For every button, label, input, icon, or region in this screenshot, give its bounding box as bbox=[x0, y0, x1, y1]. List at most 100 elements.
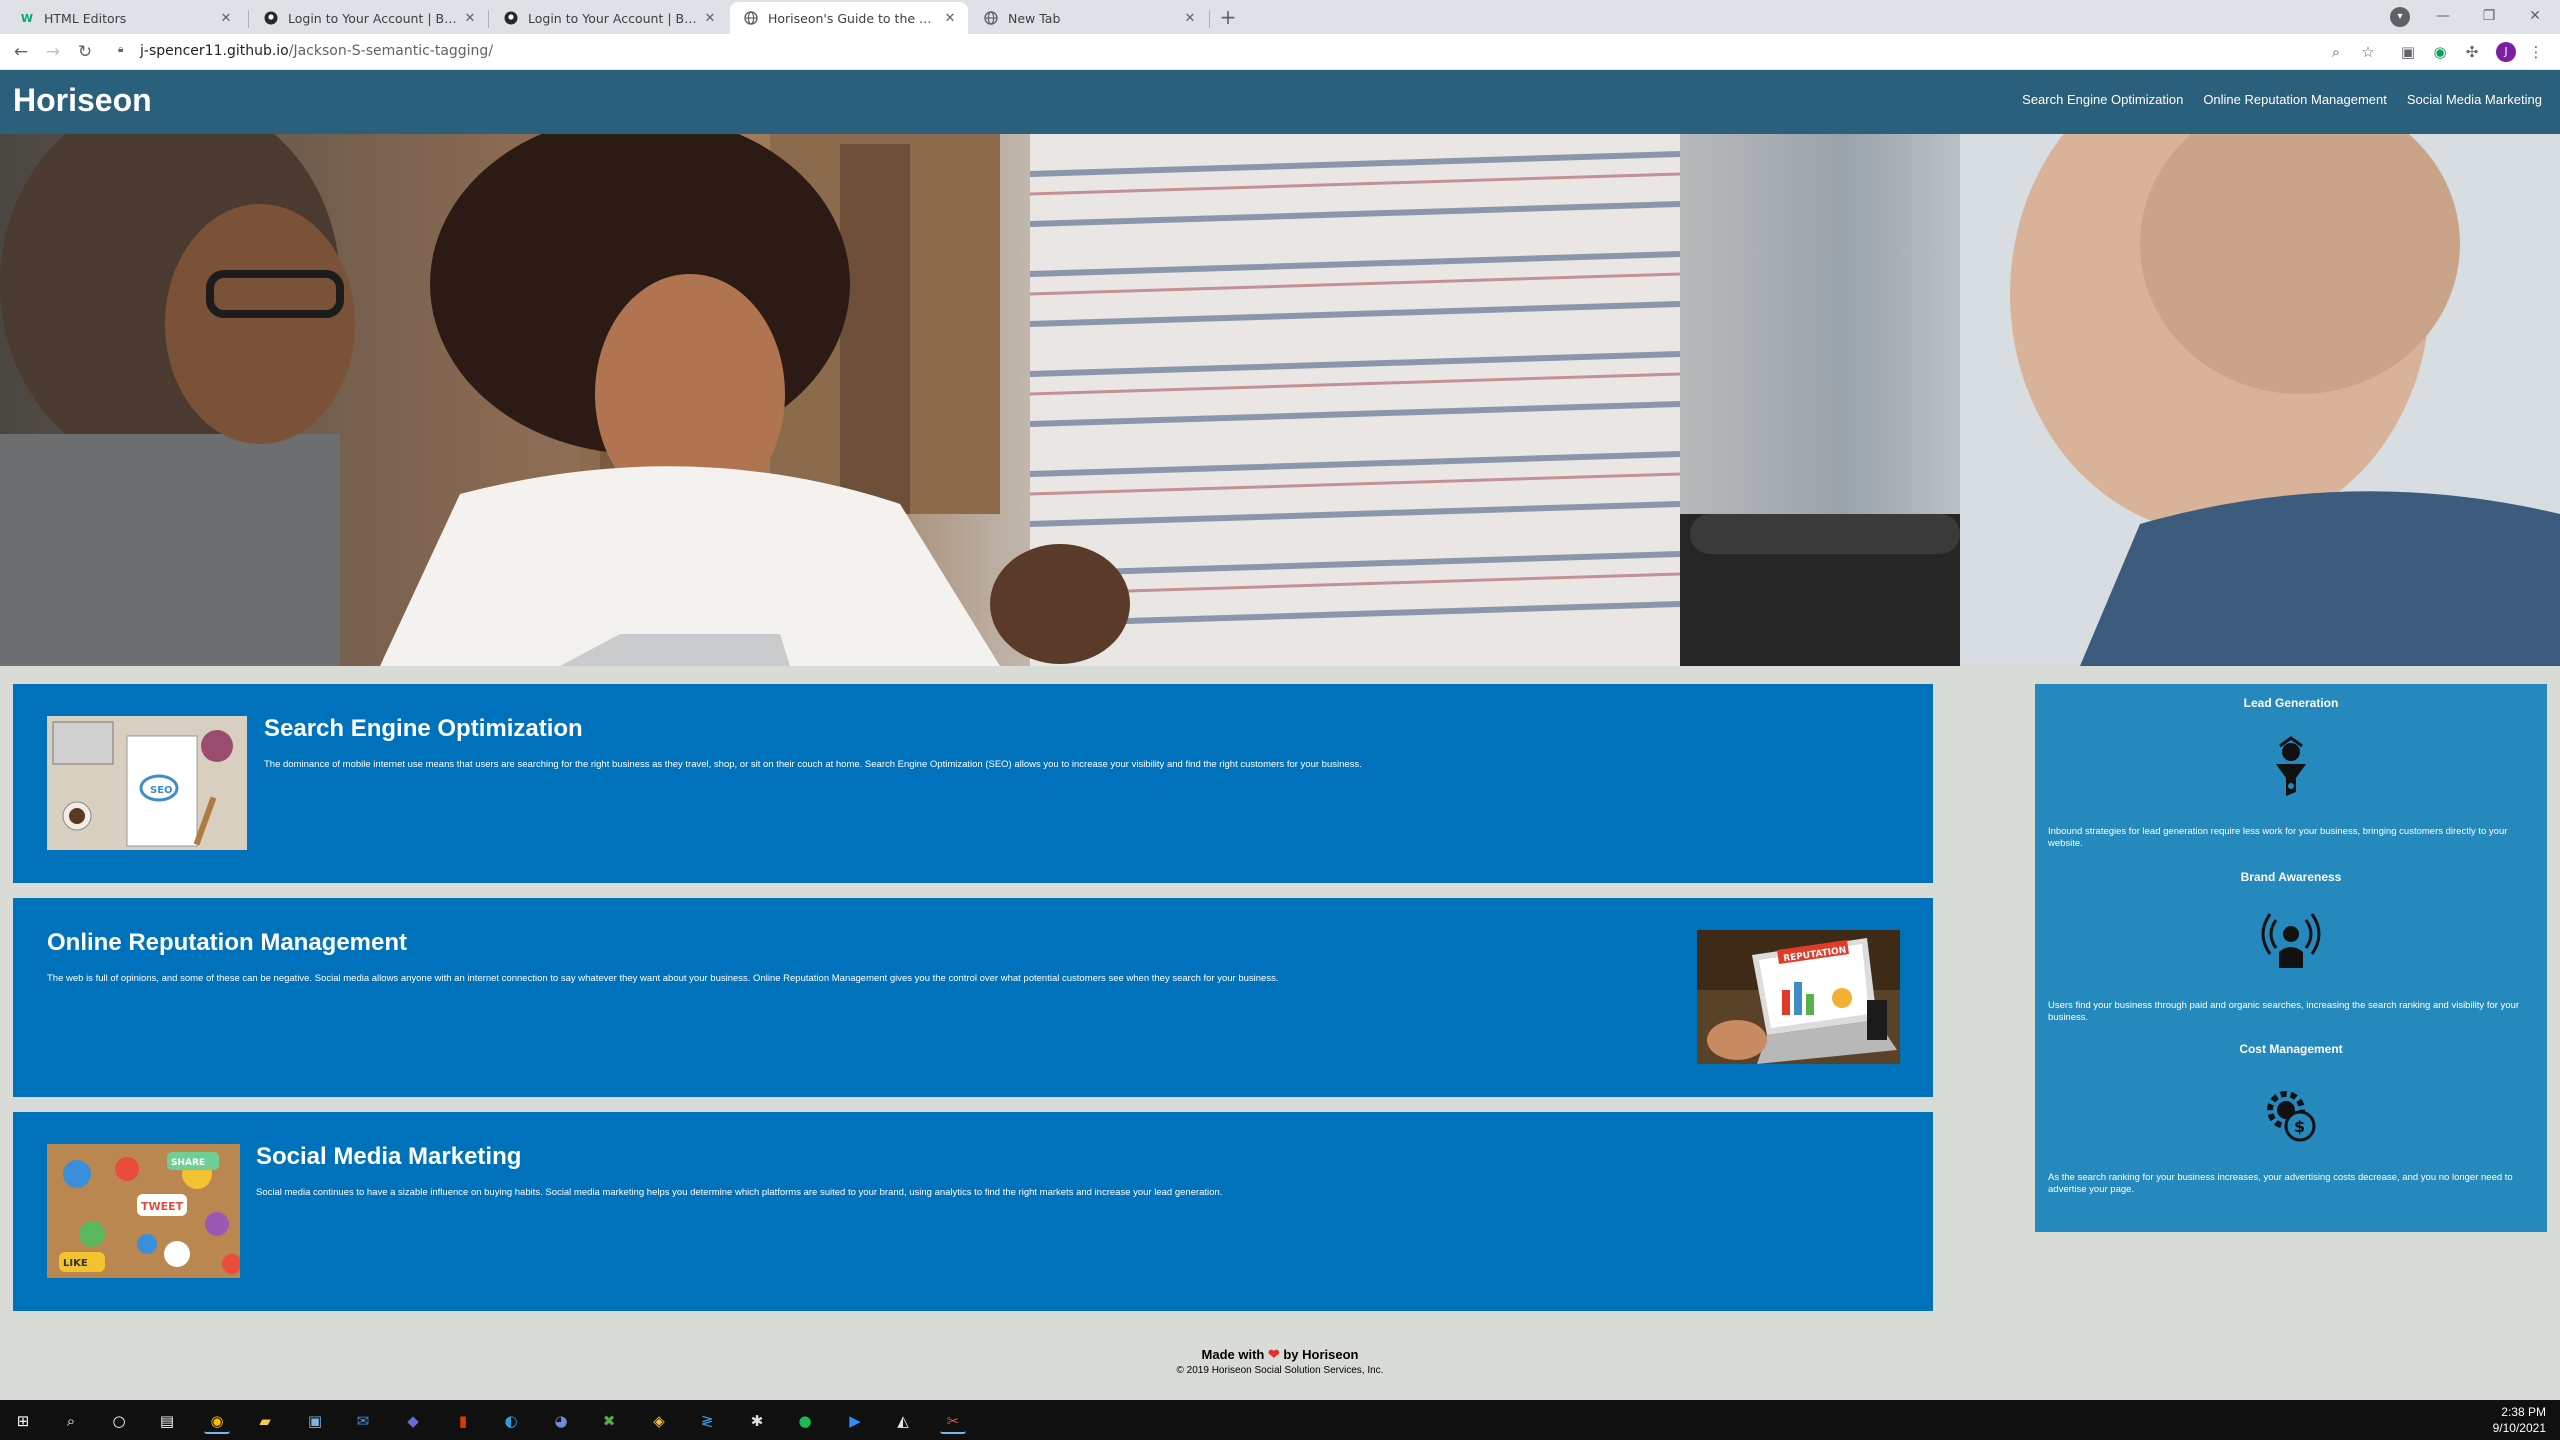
taskbar-clock[interactable]: 2:38 PM 9/10/2021 bbox=[2493, 1404, 2546, 1436]
close-window-icon[interactable]: ✕ bbox=[2512, 0, 2558, 34]
search-icon[interactable]: ⌕ bbox=[58, 1408, 84, 1434]
tab-separator bbox=[488, 10, 489, 28]
lock-icon[interactable]: 🔒︎ bbox=[118, 44, 128, 55]
restore-icon[interactable]: ❐ bbox=[2466, 0, 2512, 34]
store-icon[interactable]: ▣ bbox=[302, 1408, 328, 1434]
github-icon bbox=[504, 11, 518, 25]
clock-time: 2:38 PM bbox=[2501, 1405, 2546, 1419]
url-domain: j-spencer11.github.io bbox=[140, 43, 289, 59]
tab-login-2[interactable]: Login to Your Account | Bootcam ✕ bbox=[490, 2, 728, 34]
tab-separator bbox=[248, 10, 249, 28]
close-icon[interactable]: ✕ bbox=[942, 11, 958, 26]
address-bar[interactable]: j-spencer11.github.io/Jackson-S-semantic… bbox=[140, 43, 493, 59]
footer-made-prefix: Made with bbox=[1201, 1347, 1265, 1362]
section-text: The web is full of opinions, and some of… bbox=[47, 973, 1279, 984]
tab-title: Horiseon's Guide to the Web bbox=[768, 10, 942, 26]
zoom-icon[interactable]: ⌕ bbox=[2326, 42, 2346, 62]
nav-link-social[interactable]: Social Media Marketing bbox=[2407, 92, 2542, 107]
section-title: Search Engine Optimization bbox=[264, 715, 583, 742]
benefits-sidebar: Lead Generation Inbound strategies for l… bbox=[2035, 684, 2547, 1232]
tab-title: New Tab bbox=[1008, 10, 1061, 26]
cost-management-icon: $ bbox=[2256, 1080, 2326, 1150]
close-icon[interactable]: ✕ bbox=[218, 11, 234, 26]
benefit-title: Lead Generation bbox=[2243, 696, 2339, 710]
xbox-icon[interactable]: ✖ bbox=[596, 1408, 622, 1434]
tab-horiseon[interactable]: Horiseon's Guide to the Web ✕ bbox=[730, 2, 968, 34]
nav-link-reputation[interactable]: Online Reputation Management bbox=[2203, 92, 2387, 107]
site-header: Horiseon Search Engine Optimization Onli… bbox=[0, 70, 2560, 134]
minimize-icon[interactable]: — bbox=[2420, 0, 2466, 34]
tab-title: Login to Your Account | Bootcam bbox=[288, 10, 462, 26]
benefit-text: Inbound strategies for lead generation r… bbox=[2048, 826, 2508, 849]
svg-text:$: $ bbox=[2294, 1117, 2305, 1136]
tab-new-tab[interactable]: New Tab ✕ bbox=[970, 2, 1208, 34]
footer-copyright: © 2019 Horiseon Social Solution Services… bbox=[1176, 1365, 1384, 1376]
slack-icon[interactable]: ✱ bbox=[744, 1408, 770, 1434]
section-reputation: Online Reputation Management The web is … bbox=[13, 898, 1933, 1097]
puzzle-icon[interactable]: ✣ bbox=[2462, 42, 2482, 62]
brand-awareness-icon bbox=[2256, 906, 2326, 976]
section-title: Online Reputation Management bbox=[47, 929, 408, 956]
reputation-image: REPUTATION bbox=[1697, 930, 1900, 1064]
main-nav: Search Engine Optimization Online Reputa… bbox=[2022, 92, 2542, 107]
hero-image bbox=[0, 134, 2560, 666]
benefit-title: Cost Management bbox=[2239, 1042, 2343, 1056]
heart-icon: ❤ bbox=[1267, 1346, 1280, 1362]
vscode-icon[interactable]: ≷ bbox=[694, 1408, 720, 1434]
svg-text:SHARE: SHARE bbox=[171, 1158, 205, 1168]
nav-link-seo[interactable]: Search Engine Optimization bbox=[2022, 92, 2183, 107]
close-icon[interactable]: ✕ bbox=[1182, 11, 1198, 26]
tab-title: Login to Your Account | Bootcam bbox=[528, 10, 702, 26]
tab-title: HTML Editors bbox=[44, 10, 127, 26]
tab-html-editors[interactable]: W HTML Editors ✕ bbox=[6, 2, 244, 34]
svg-text:LIKE: LIKE bbox=[63, 1258, 88, 1269]
grammarly-icon[interactable]: ◉ bbox=[2430, 42, 2450, 62]
mail-icon[interactable]: ✉ bbox=[350, 1408, 376, 1434]
seo-image: SEO bbox=[47, 716, 247, 850]
section-text: The dominance of mobile internet use mea… bbox=[264, 759, 1362, 770]
snipping-tool-icon[interactable]: ✂ bbox=[940, 1408, 966, 1434]
section-seo: SEO Search Engine Optimization The domin… bbox=[13, 684, 1933, 883]
profile-avatar[interactable]: J bbox=[2496, 42, 2516, 62]
benefit-title: Brand Awareness bbox=[2240, 870, 2342, 884]
close-icon[interactable]: ✕ bbox=[462, 11, 478, 26]
url-path: /Jackson-S-semantic-tagging/ bbox=[288, 43, 494, 59]
tab-login-1[interactable]: Login to Your Account | Bootcam ✕ bbox=[250, 2, 488, 34]
zoom-app-icon[interactable]: ▶ bbox=[842, 1408, 868, 1434]
clock-date: 9/10/2021 bbox=[2492, 1421, 2546, 1435]
browser-tab-strip: W HTML Editors ✕ Login to Your Account |… bbox=[0, 0, 2560, 34]
section-text: Social media continues to have a sizable… bbox=[256, 1187, 1223, 1198]
forward-icon[interactable]: → bbox=[42, 41, 64, 63]
w3schools-icon: W bbox=[20, 11, 34, 25]
page-viewport: Horiseon Search Engine Optimization Onli… bbox=[0, 70, 2560, 1400]
tab-separator bbox=[1209, 10, 1210, 28]
edge-icon[interactable]: ◐ bbox=[498, 1408, 524, 1434]
back-icon[interactable]: ← bbox=[10, 41, 32, 63]
git-icon[interactable]: ◈ bbox=[646, 1408, 672, 1434]
office-icon[interactable]: ▮ bbox=[450, 1408, 476, 1434]
visual-studio-icon[interactable]: ◆ bbox=[400, 1408, 426, 1434]
globe-icon bbox=[984, 11, 998, 25]
site-logo[interactable]: Horiseon bbox=[13, 82, 152, 119]
file-explorer-icon[interactable]: ▰ bbox=[252, 1408, 278, 1434]
windows-taskbar: ⊞ ⌕ ○ ▤ ◉ ▰ ▣ ✉ ◆ ▮ ◐ ◕ ✖ ◈ ≷ ✱ ● ▶ ◭ ✂ … bbox=[0, 1400, 2560, 1440]
windows-start-icon[interactable]: ⊞ bbox=[10, 1408, 36, 1434]
browser-toolbar: ← → ↻ 🔒︎ j-spencer11.github.io/Jackson-S… bbox=[0, 34, 2560, 70]
reload-icon[interactable]: ↻ bbox=[74, 41, 96, 63]
globe-icon bbox=[744, 11, 758, 25]
section-social: TWEET LIKE SHARE Social Media Marketing … bbox=[13, 1112, 1933, 1311]
chrome-icon[interactable]: ◉ bbox=[204, 1408, 230, 1434]
github-icon bbox=[264, 11, 278, 25]
app-icon[interactable]: ◭ bbox=[890, 1408, 916, 1434]
close-icon[interactable]: ✕ bbox=[702, 11, 718, 26]
new-tab-button[interactable]: + bbox=[1215, 5, 1241, 31]
bookmark-star-icon[interactable]: ☆ bbox=[2358, 42, 2378, 62]
spotify-icon[interactable]: ● bbox=[792, 1408, 818, 1434]
menu-dots-icon[interactable]: ⋮ bbox=[2526, 42, 2546, 62]
cortana-icon[interactable]: ○ bbox=[106, 1408, 132, 1434]
extension-icon[interactable]: ▣ bbox=[2398, 42, 2418, 62]
footer-made-with: Made with ❤ by Horiseon bbox=[0, 1346, 2560, 1363]
tab-search-icon[interactable]: ▾ bbox=[2390, 7, 2410, 27]
discord-icon[interactable]: ◕ bbox=[548, 1408, 574, 1434]
task-view-icon[interactable]: ▤ bbox=[154, 1408, 180, 1434]
